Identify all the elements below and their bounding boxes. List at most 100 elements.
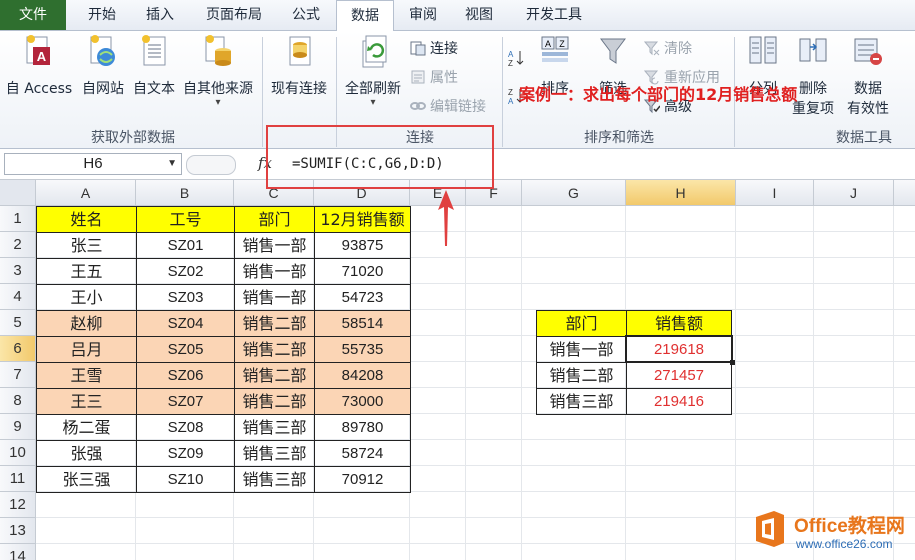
- watermark: Office教程网 www.office26.com: [752, 505, 915, 560]
- column-header-i[interactable]: I: [736, 180, 814, 206]
- table-cell[interactable]: SZ03: [136, 284, 235, 311]
- select-all-corner[interactable]: [0, 180, 36, 206]
- table-cell[interactable]: 吕月: [36, 336, 137, 363]
- table-cell[interactable]: 王雪: [36, 362, 137, 389]
- column-header-b[interactable]: B: [136, 180, 234, 206]
- table-cell[interactable]: 55735: [314, 336, 411, 363]
- column-header-g[interactable]: G: [522, 180, 626, 206]
- table-cell[interactable]: 84208: [314, 362, 411, 389]
- row-header-11[interactable]: 11: [0, 466, 36, 492]
- row-header-3[interactable]: 3: [0, 258, 36, 284]
- table-cell[interactable]: 70912: [314, 466, 411, 493]
- column-header-a[interactable]: A: [36, 180, 136, 206]
- worksheet-grid[interactable]: ABCDEFGHIJK1234567891011121314姓名工号部门12月销…: [0, 180, 915, 560]
- summary-dept-cell[interactable]: 销售三部: [536, 388, 627, 415]
- table-header-cell[interactable]: 工号: [136, 206, 235, 233]
- row-header-6[interactable]: 6: [0, 336, 36, 362]
- row-header-4[interactable]: 4: [0, 284, 36, 310]
- table-cell[interactable]: SZ04: [136, 310, 235, 337]
- tab-page-layout[interactable]: 页面布局: [196, 0, 272, 30]
- table-cell[interactable]: 58724: [314, 440, 411, 467]
- summary-dept-cell[interactable]: 销售二部: [536, 362, 627, 389]
- table-cell[interactable]: SZ09: [136, 440, 235, 467]
- tab-view[interactable]: 视图: [456, 0, 502, 30]
- table-cell[interactable]: 销售二部: [234, 362, 315, 389]
- table-cell[interactable]: 赵柳: [36, 310, 137, 337]
- column-header-h[interactable]: H: [626, 180, 736, 206]
- table-cell[interactable]: 王五: [36, 258, 137, 285]
- row-header-12[interactable]: 12: [0, 492, 36, 518]
- tab-review[interactable]: 审阅: [400, 0, 446, 30]
- table-header-cell[interactable]: 12月销售额: [314, 206, 411, 233]
- connections-icon: [410, 40, 426, 56]
- svg-text:A: A: [508, 50, 514, 59]
- tab-insert[interactable]: 插入: [134, 0, 186, 30]
- summary-header-cell[interactable]: 销售额: [626, 310, 732, 337]
- table-cell[interactable]: 54723: [314, 284, 411, 311]
- summary-dept-cell[interactable]: 销售一部: [536, 336, 627, 363]
- table-cell[interactable]: 销售二部: [234, 388, 315, 415]
- row-header-7[interactable]: 7: [0, 362, 36, 388]
- summary-header-cell[interactable]: 部门: [536, 310, 627, 337]
- link-icon: [410, 98, 426, 114]
- table-cell[interactable]: 58514: [314, 310, 411, 337]
- ribbon-tab-bar: 文件 开始 插入 页面布局 公式 数据 审阅 视图 开发工具: [0, 0, 915, 32]
- table-cell[interactable]: SZ06: [136, 362, 235, 389]
- name-box[interactable]: H6 ▼: [4, 153, 182, 175]
- tab-developer[interactable]: 开发工具: [514, 0, 594, 30]
- table-cell[interactable]: 张三: [36, 232, 137, 259]
- row-header-2[interactable]: 2: [0, 232, 36, 258]
- table-cell[interactable]: 销售一部: [234, 284, 315, 311]
- table-cell[interactable]: 销售二部: [234, 336, 315, 363]
- properties-button[interactable]: 属性: [410, 68, 458, 88]
- table-cell[interactable]: 张强: [36, 440, 137, 467]
- row-header-14[interactable]: 14: [0, 544, 36, 560]
- table-cell[interactable]: 张三强: [36, 466, 137, 493]
- group-separator: [502, 37, 503, 147]
- row-header-9[interactable]: 9: [0, 414, 36, 440]
- table-cell[interactable]: 93875: [314, 232, 411, 259]
- table-cell[interactable]: 销售一部: [234, 258, 315, 285]
- dropdown-arrow-icon: ▾: [215, 97, 221, 108]
- column-header-k[interactable]: K: [894, 180, 915, 206]
- row-header-8[interactable]: 8: [0, 388, 36, 414]
- svg-text:Z: Z: [559, 39, 565, 49]
- summary-value-cell[interactable]: 219416: [626, 388, 732, 415]
- active-cell-cursor[interactable]: [625, 335, 735, 365]
- row-header-13[interactable]: 13: [0, 518, 36, 544]
- tab-file[interactable]: 文件: [0, 0, 66, 30]
- row-header-5[interactable]: 5: [0, 310, 36, 336]
- edit-links-button[interactable]: 编辑链接: [410, 97, 486, 117]
- chevron-down-icon[interactable]: ▼: [167, 154, 177, 174]
- table-cell[interactable]: SZ02: [136, 258, 235, 285]
- table-cell[interactable]: 73000: [314, 388, 411, 415]
- table-cell[interactable]: 销售三部: [234, 414, 315, 441]
- table-cell[interactable]: 销售一部: [234, 232, 315, 259]
- table-header-cell[interactable]: 姓名: [36, 206, 137, 233]
- formula-bar-expand-handle[interactable]: [186, 155, 236, 175]
- summary-value-cell[interactable]: 271457: [626, 362, 732, 389]
- table-cell[interactable]: SZ08: [136, 414, 235, 441]
- tab-home[interactable]: 开始: [76, 0, 128, 30]
- tab-formulas[interactable]: 公式: [280, 0, 332, 30]
- table-cell[interactable]: SZ07: [136, 388, 235, 415]
- table-cell[interactable]: SZ05: [136, 336, 235, 363]
- table-header-cell[interactable]: 部门: [234, 206, 315, 233]
- clear-filter-button[interactable]: 清除: [643, 39, 692, 59]
- row-header-1[interactable]: 1: [0, 206, 36, 232]
- table-cell[interactable]: 王小: [36, 284, 137, 311]
- table-cell[interactable]: 销售三部: [234, 466, 315, 493]
- tab-data[interactable]: 数据: [336, 0, 394, 32]
- connections-button[interactable]: 连接: [410, 39, 458, 59]
- sort-ascending-button[interactable]: AZ: [508, 49, 528, 69]
- column-header-j[interactable]: J: [814, 180, 894, 206]
- table-cell[interactable]: 89780: [314, 414, 411, 441]
- table-cell[interactable]: SZ01: [136, 232, 235, 259]
- table-cell[interactable]: SZ10: [136, 466, 235, 493]
- table-cell[interactable]: 销售三部: [234, 440, 315, 467]
- table-cell[interactable]: 王三: [36, 388, 137, 415]
- table-cell[interactable]: 销售二部: [234, 310, 315, 337]
- row-header-10[interactable]: 10: [0, 440, 36, 466]
- table-cell[interactable]: 71020: [314, 258, 411, 285]
- table-cell[interactable]: 杨二蛋: [36, 414, 137, 441]
